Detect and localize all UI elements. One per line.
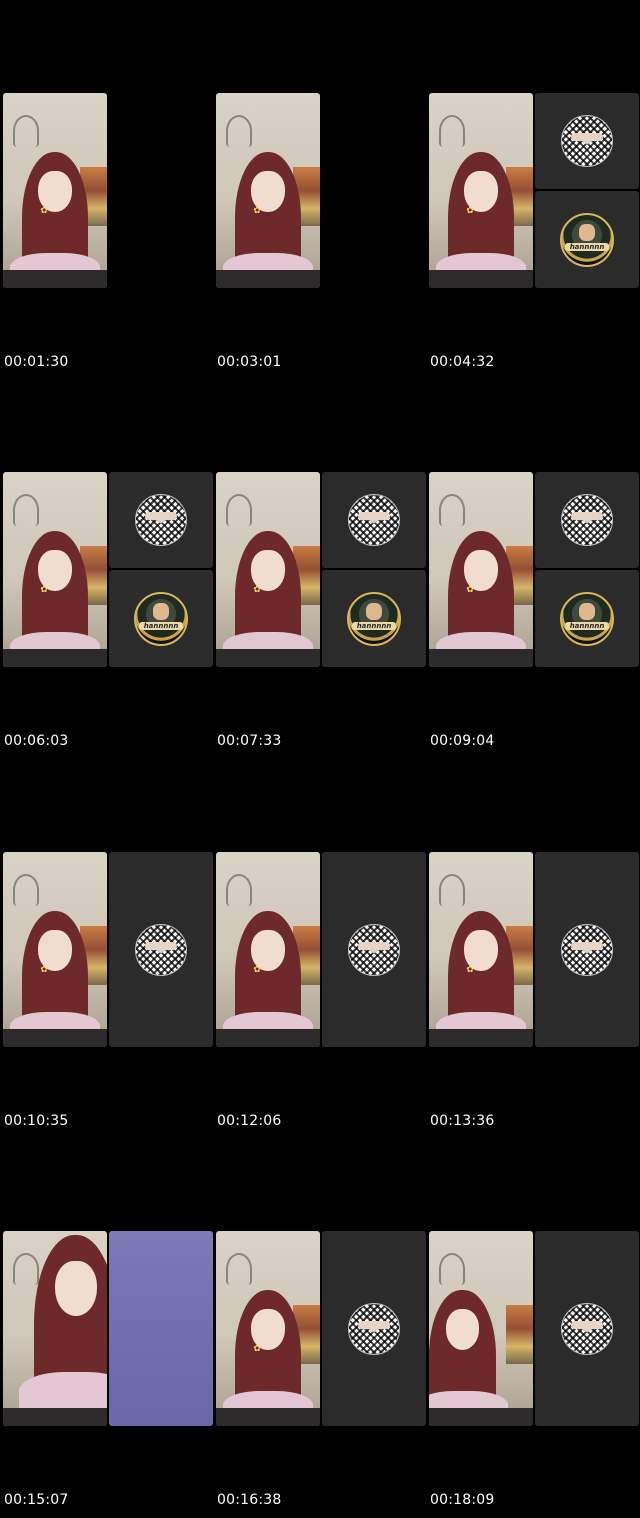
camera-feed: ✿ bbox=[3, 93, 107, 288]
keffiyeh-avatar bbox=[561, 494, 613, 546]
logo-avatar: hannnnn bbox=[134, 591, 188, 646]
timestamp-label: 00:03:01 bbox=[217, 354, 282, 370]
thumbnail-8[interactable]: ✿ 00:12:06 bbox=[216, 852, 426, 1129]
camera-feed: ✿ bbox=[216, 472, 320, 667]
keffiyeh-avatar bbox=[348, 494, 400, 546]
camera-feed: ✿ bbox=[3, 852, 107, 1047]
thumbnail-1[interactable]: ✿ 00:01:30 bbox=[3, 93, 213, 370]
thumbnail-7[interactable]: ✿ 00:10:35 bbox=[3, 852, 213, 1129]
timestamp-label: 00:18:09 bbox=[430, 1492, 495, 1508]
thumbnail-6[interactable]: ✿ hannnnn 00:09:04 bbox=[429, 472, 639, 749]
participant-tile: hannnnn bbox=[535, 570, 639, 667]
camera-feed: ✿ bbox=[429, 93, 533, 288]
logo-text: hannnnn bbox=[565, 242, 609, 251]
participant-tile: hannnnn bbox=[109, 570, 213, 667]
logo-text: hannnnn bbox=[352, 621, 396, 630]
participant-tile bbox=[535, 472, 639, 568]
timestamp-label: 00:07:33 bbox=[217, 733, 282, 749]
keffiyeh-avatar bbox=[561, 115, 613, 167]
thumbnail-2[interactable]: ✿ 00:03:01 bbox=[216, 93, 426, 370]
keffiyeh-avatar bbox=[348, 923, 400, 976]
thumbnail-4[interactable]: ✿ hannnnn 00:06:03 bbox=[3, 472, 213, 749]
participant-tile bbox=[535, 93, 639, 189]
camera-feed: ✿ bbox=[3, 472, 107, 667]
thumbnail-11[interactable]: ✿ 00:16:38 bbox=[216, 1231, 426, 1508]
logo-text: hannnnn bbox=[139, 621, 183, 630]
thumbnail-10[interactable]: 00:15:07 bbox=[3, 1231, 213, 1508]
timestamp-label: 00:04:32 bbox=[430, 354, 495, 370]
timestamp-label: 00:15:07 bbox=[4, 1492, 69, 1508]
camera-feed: ✿ bbox=[216, 1231, 320, 1426]
keffiyeh-avatar bbox=[135, 494, 187, 546]
keffiyeh-avatar bbox=[561, 923, 613, 976]
timestamp-label: 00:09:04 bbox=[430, 733, 495, 749]
participant-tile bbox=[322, 1231, 426, 1426]
camera-feed bbox=[3, 1231, 107, 1426]
participant-tile bbox=[322, 852, 426, 1047]
logo-avatar: hannnnn bbox=[347, 591, 401, 646]
camera-feed: ✿ bbox=[429, 852, 533, 1047]
logo-avatar: hannnnn bbox=[560, 212, 614, 267]
keffiyeh-avatar bbox=[348, 1302, 400, 1355]
timestamp-label: 00:10:35 bbox=[4, 1113, 69, 1129]
timestamp-label: 00:16:38 bbox=[217, 1492, 282, 1508]
camera-feed: ✿ bbox=[429, 472, 533, 667]
timestamp-label: 00:13:36 bbox=[430, 1113, 495, 1129]
participant-tile bbox=[322, 472, 426, 568]
participant-tile: hannnnn bbox=[322, 570, 426, 667]
participant-tile bbox=[535, 852, 639, 1047]
participant-tile: hannnnn bbox=[535, 191, 639, 288]
keffiyeh-avatar bbox=[561, 1302, 613, 1355]
camera-feed: ✿ bbox=[216, 93, 320, 288]
camera-feed bbox=[429, 1231, 533, 1426]
timestamp-label: 00:12:06 bbox=[217, 1113, 282, 1129]
thumbnail-12[interactable]: 00:18:09 bbox=[429, 1231, 639, 1508]
logo-avatar: hannnnn bbox=[560, 591, 614, 646]
keffiyeh-avatar bbox=[135, 923, 187, 976]
participant-tile bbox=[109, 1231, 213, 1426]
timestamp-label: 00:01:30 bbox=[4, 354, 69, 370]
participant-tile bbox=[109, 472, 213, 568]
timestamp-label: 00:06:03 bbox=[4, 733, 69, 749]
participant-tile bbox=[109, 852, 213, 1047]
thumbnail-5[interactable]: ✿ hannnnn 00:07:33 bbox=[216, 472, 426, 749]
thumbnail-3[interactable]: ✿ hannnnn 00:04:32 bbox=[429, 93, 639, 370]
participant-tile bbox=[535, 1231, 639, 1426]
logo-text: hannnnn bbox=[565, 621, 609, 630]
camera-feed: ✿ bbox=[216, 852, 320, 1047]
thumbnail-9[interactable]: ✿ 00:13:36 bbox=[429, 852, 639, 1129]
